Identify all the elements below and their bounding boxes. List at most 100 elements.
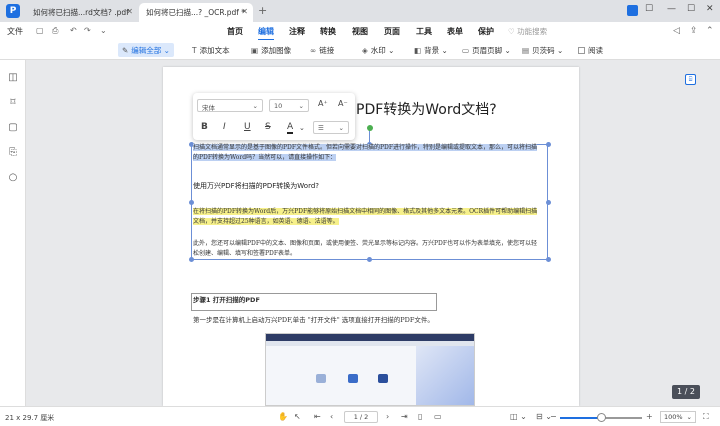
resize-handle[interactable] <box>189 200 194 205</box>
menu-edit[interactable]: 编辑 <box>258 26 274 41</box>
step-heading[interactable]: 步骤1 打开扫描的PDF <box>193 294 260 304</box>
embedded-screenshot <box>265 333 475 406</box>
page-layout-icon[interactable]: ◫ ⌄ <box>510 412 527 421</box>
font-color-button[interactable]: A <box>287 122 294 134</box>
rotate-handle[interactable] <box>367 125 373 131</box>
paragraph-convert-text: 在将扫描的PDF转换为Word后，万兴PDF能够将原始扫描文档中相同的图像、格式… <box>193 208 538 225</box>
header-footer-icon: ▭ <box>462 46 470 55</box>
zoom-select[interactable]: 100% ⌄ <box>660 411 696 423</box>
print-icon[interactable]: ⎙ <box>52 26 58 36</box>
zoom-in-icon[interactable]: + <box>646 412 653 421</box>
edit-all-label: 编辑全部 <box>131 46 162 55</box>
search-icon[interactable]: ○ <box>7 172 19 184</box>
resize-handle[interactable] <box>546 200 551 205</box>
attachment-icon[interactable]: ⎘ <box>7 147 19 159</box>
redo-icon[interactable]: ↷ <box>84 26 91 35</box>
save-icon[interactable]: ▢ <box>36 26 44 35</box>
chevron-down-icon[interactable]: ⌄ <box>100 26 107 35</box>
alignment-select[interactable]: ☰ ⌄ <box>313 121 349 134</box>
ocr-icon[interactable]: ⌸ <box>685 74 696 85</box>
fullscreen-icon[interactable]: ⛶ <box>703 412 709 422</box>
paragraph-intro[interactable]: 扫描文档通常显示的是基于图像的PDF文件格式。但若向需要对扫描的PDF进行操作，… <box>193 143 543 163</box>
page-number-input[interactable]: 1 / 2 <box>344 411 378 423</box>
font-family-select[interactable]: 宋体 ⌄ <box>197 99 263 112</box>
rotate-view-icon[interactable]: ▯ <box>418 412 422 421</box>
underline-button[interactable]: U <box>244 122 251 132</box>
tab-label: 如何将已扫描...? _OCR.pdf * <box>146 8 246 17</box>
font-decrease-button[interactable]: A⁻ <box>338 99 348 108</box>
strikethrough-button[interactable]: S <box>265 122 271 132</box>
text-format-popup: 宋体 ⌄ 10 ⌄ A⁺ A⁻ B I U S A ⌄ ☰ ⌄ <box>193 93 355 140</box>
collapse-icon[interactable]: ⌃ <box>706 26 714 36</box>
bates-button[interactable]: ▤ 贝茨码 ⌄ <box>518 43 567 57</box>
menu-home[interactable]: 首页 <box>227 26 243 37</box>
step-text[interactable]: 第一步是在计算机上启动万兴PDF,单击 "打开文件" 选项直接打开扫描的PDF文… <box>193 314 434 324</box>
app-logo: P <box>6 4 20 18</box>
thumbnails-icon[interactable]: ◫ <box>7 72 19 84</box>
link-button[interactable]: ∞ 链接 <box>306 43 338 57</box>
menu-file[interactable]: 文件 <box>7 26 23 37</box>
zoom-slider-handle[interactable] <box>597 413 606 422</box>
tab-document-1[interactable]: 如何将已扫描...rd文档? .pdf ✕ <box>26 3 138 22</box>
notification-icon[interactable]: ☐ <box>645 4 653 14</box>
maximize-icon[interactable]: ☐ <box>687 4 695 14</box>
chevron-down-icon: ⌄ <box>338 124 344 132</box>
select-tool-icon[interactable]: ↖ <box>294 412 301 421</box>
zoom-slider-fill <box>560 417 601 419</box>
chevron-down-icon[interactable]: ⌄ <box>299 124 305 132</box>
menu-protect[interactable]: 保护 <box>478 26 494 37</box>
paragraph-extra[interactable]: 此外，您还可以编辑PDF中的文本、图像和页面，或使用便签、荧光显示等标记内容。万… <box>193 239 543 259</box>
watermark-button[interactable]: ◈ 水印 ⌄ <box>358 43 398 57</box>
undo-icon[interactable]: ↶ <box>70 26 77 35</box>
menu-comment[interactable]: 注释 <box>289 26 305 37</box>
paragraph-intro-text: 扫描文档通常显示的是基于图像的PDF文件格式。但若向需要对扫描的PDF进行操作，… <box>193 144 538 161</box>
status-bar: 21 x 29.7 厘米 ✋ ↖ ⇤ ‹ 1 / 2 › ⇥ ▯ ▭ ◫ ⌄ ⊟… <box>0 406 720 426</box>
bookmark-icon[interactable]: ⌑ <box>7 97 19 109</box>
minimize-icon[interactable]: — <box>667 4 676 14</box>
font-increase-button[interactable]: A⁺ <box>318 99 328 108</box>
read-mode-toggle[interactable]: 阅读 <box>574 43 607 57</box>
italic-button[interactable]: I <box>223 122 226 132</box>
title-bar: P 如何将已扫描...rd文档? .pdf ✕ 如何将已扫描...? _OCR.… <box>0 0 720 22</box>
close-icon[interactable]: ✕ <box>126 7 133 16</box>
feature-search[interactable]: ♡ 功能搜索 <box>508 26 547 37</box>
share-icon[interactable]: ◁ <box>673 26 680 36</box>
first-page-icon[interactable]: ⇤ <box>314 412 321 421</box>
document-title[interactable]: PDF转换为Word文档? <box>356 99 497 119</box>
font-family-value: 宋体 <box>202 104 215 112</box>
close-window-icon[interactable]: ✕ <box>706 4 714 14</box>
edit-icon: ✎ <box>122 46 129 55</box>
menu-page[interactable]: 页面 <box>384 26 400 37</box>
prev-page-icon[interactable]: ‹ <box>330 412 333 421</box>
fit-page-icon[interactable]: ▭ <box>434 412 442 421</box>
menu-tools[interactable]: 工具 <box>416 26 432 37</box>
background-button[interactable]: ◧ 背景 ⌄ <box>410 43 452 57</box>
checkbox-icon <box>578 47 585 54</box>
header-footer-button[interactable]: ▭ 页眉页脚 ⌄ <box>458 43 515 57</box>
edit-all-button[interactable]: ✎ 编辑全部 ⌄ <box>118 43 174 57</box>
paragraph-howto[interactable]: 使用万兴PDF将扫描的PDF转换为Word? <box>193 181 319 191</box>
hand-tool-icon[interactable]: ✋ <box>278 412 288 421</box>
menu-view[interactable]: 视图 <box>352 26 368 37</box>
last-page-icon[interactable]: ⇥ <box>401 412 408 421</box>
zoom-out-icon[interactable]: − <box>550 412 557 421</box>
tab-document-2[interactable]: 如何将已扫描...? _OCR.pdf * ✕ <box>139 3 253 22</box>
upload-icon[interactable]: ⇪ <box>690 26 698 36</box>
resize-handle[interactable] <box>546 142 551 147</box>
add-tab-button[interactable]: + <box>258 4 267 17</box>
paragraph-convert[interactable]: 在将扫描的PDF转换为Word后，万兴PDF能够将原始扫描文档中相同的图像、格式… <box>193 207 543 227</box>
next-page-icon[interactable]: › <box>386 412 389 421</box>
background-icon: ◧ <box>414 46 422 55</box>
account-icon[interactable] <box>627 5 638 16</box>
add-text-button[interactable]: T 添加文本 <box>188 43 234 57</box>
comment-icon[interactable]: ▢ <box>7 122 19 134</box>
font-size-select[interactable]: 10 ⌄ <box>269 99 309 112</box>
menu-convert[interactable]: 转换 <box>320 26 336 37</box>
add-image-button[interactable]: ▣ 添加图像 <box>247 43 295 57</box>
screenshot-illustration <box>416 346 474 405</box>
close-icon[interactable]: ✕ <box>241 7 248 16</box>
bold-button[interactable]: B <box>201 122 208 132</box>
menu-form[interactable]: 表单 <box>447 26 463 37</box>
resize-handle[interactable] <box>546 257 551 262</box>
add-image-label: 添加图像 <box>261 46 292 55</box>
